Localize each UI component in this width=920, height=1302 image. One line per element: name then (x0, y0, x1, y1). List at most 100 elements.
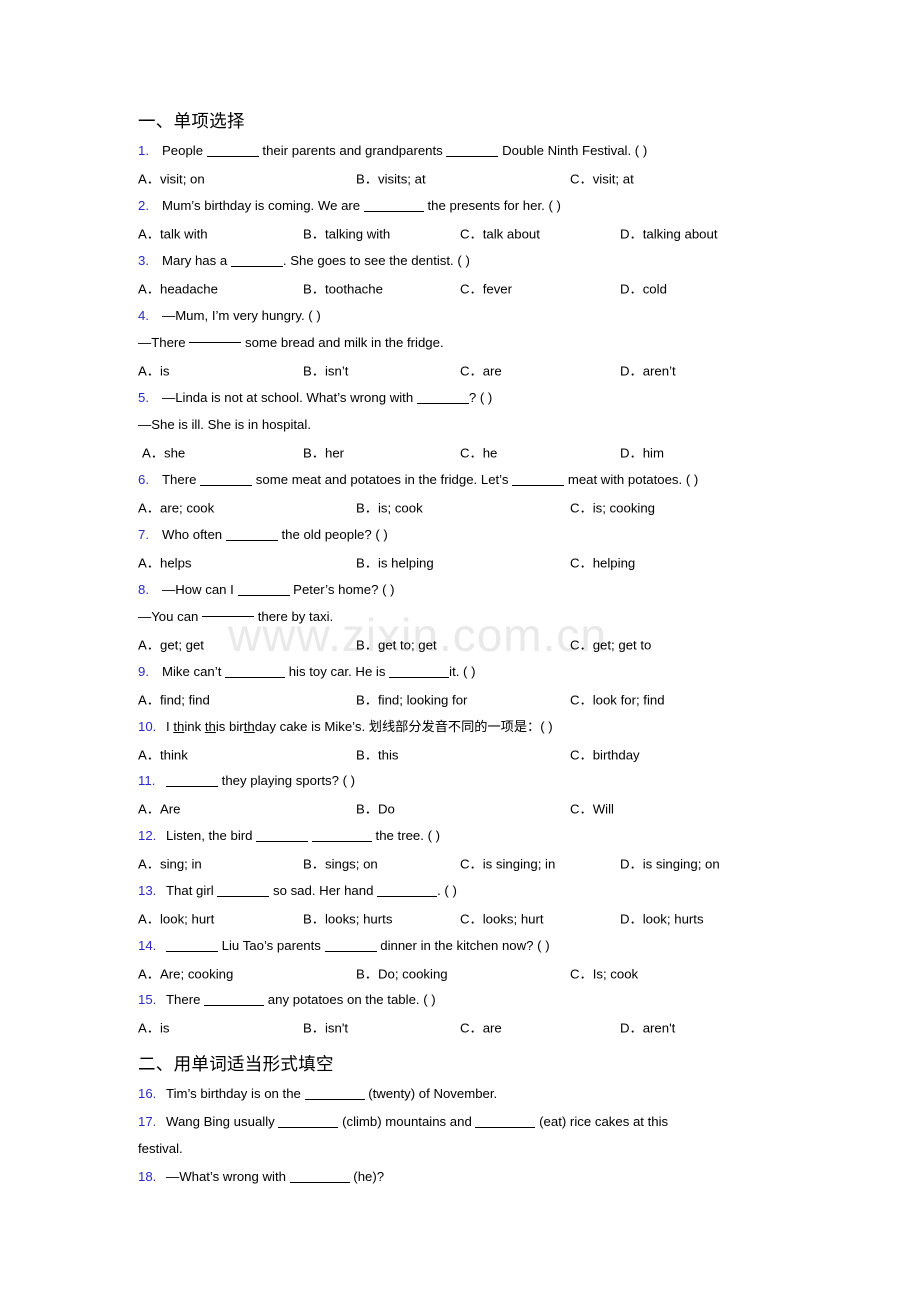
question-4-number: 4. (138, 307, 149, 323)
question-14-text: Liu Tao’s parents dinner in the kitchen … (166, 939, 550, 952)
q9-part-b: his toy car. He is (288, 663, 386, 679)
q11-option-a[interactable]: A．Are (138, 799, 181, 818)
question-12-text: Listen, the bird the tree. ( ) (166, 829, 440, 842)
q10-underline-1: th (173, 718, 185, 734)
q8-blank-1 (237, 594, 290, 596)
q3-part-a: Mary has a (162, 252, 228, 268)
q12-part-c: the tree. ( ) (375, 828, 441, 844)
question-10-text: I think this birthday cake is Mike’s. 划线… (166, 718, 553, 734)
q1-blank-2 (446, 156, 499, 158)
question-7-options: A．helps B．is helping C．helping (138, 548, 798, 575)
q9-blank-2 (389, 676, 450, 678)
q8-part-a: —How can I (162, 581, 234, 597)
q9-option-c[interactable]: C．look for; find (570, 689, 665, 708)
question-11-text: they playing sports? ( ) (166, 774, 355, 787)
q9-option-b[interactable]: B．find; looking for (356, 689, 467, 708)
q14-option-c[interactable]: C．Is; cook (570, 963, 638, 982)
q17-part-c: (eat) rice cakes at this (539, 1113, 669, 1129)
question-13-stem: 13. That girl so sad. Her hand . ( ) (138, 877, 798, 904)
q15-option-b[interactable]: B．isn't (303, 1018, 348, 1037)
q2-option-b[interactable]: B．talking with (303, 224, 390, 243)
q13-option-d[interactable]: D．look; hurts (620, 908, 704, 927)
q13-option-c[interactable]: C．looks; hurt (460, 908, 544, 927)
q3-option-c[interactable]: C．fever (460, 278, 512, 297)
q3-option-d[interactable]: D．cold (620, 278, 667, 297)
q7-option-b[interactable]: B．is helping (356, 552, 434, 571)
q6-part-c: meat with potatoes. ( ) (567, 472, 699, 488)
q1-option-c[interactable]: C．visit; at (570, 169, 634, 188)
q9-part-a: Mike can’t (162, 663, 222, 679)
q10-option-a[interactable]: A．think (138, 744, 188, 763)
q17-part-b: (climb) mountains and (342, 1113, 472, 1129)
q4-option-a[interactable]: A．is (138, 361, 170, 380)
q8-option-b[interactable]: B．get to; get (356, 634, 437, 653)
q18-part-a: —What’s wrong with (166, 1168, 286, 1184)
q12-blank-1 (256, 841, 309, 843)
q3-blank-1 (230, 265, 283, 267)
q5-option-c[interactable]: C．he (460, 443, 497, 462)
q14-option-b[interactable]: B．Do; cooking (356, 963, 448, 982)
q12-option-d[interactable]: D．is singing; on (620, 854, 720, 873)
question-18-text: —What’s wrong with (he)? (166, 1170, 384, 1183)
q4-option-b[interactable]: B．isn’t (303, 361, 348, 380)
q1-option-a[interactable]: A．visit; on (138, 169, 205, 188)
q5-option-b[interactable]: B．her (303, 443, 344, 462)
q2-option-c[interactable]: C．talk about (460, 224, 540, 243)
q13-option-a[interactable]: A．look; hurt (138, 908, 214, 927)
question-13-options: A．look; hurt B．looks; hurts C．looks; hur… (138, 904, 798, 931)
q10-option-c[interactable]: C．birthday (570, 744, 640, 763)
q13-option-b[interactable]: B．looks; hurts (303, 908, 392, 927)
q12-option-b[interactable]: B．sings; on (303, 854, 378, 873)
question-9-number: 9. (138, 663, 149, 679)
section-header-1: 一、单项选择 (138, 111, 245, 131)
q3-option-a[interactable]: A．headache (138, 278, 218, 297)
question-8-options: A．get; get B．get to; get C．get; get to (138, 630, 798, 657)
q15-blank-1 (204, 1005, 265, 1007)
question-5-number: 5. (138, 389, 149, 405)
question-10-stem: 10. I think this birthday cake is Mike’s… (138, 712, 798, 739)
question-16-stem: 16. Tim’s birthday is on the (twenty) of… (138, 1080, 798, 1107)
q11-option-c[interactable]: C．Will (570, 799, 614, 818)
q11-blank-1 (166, 786, 218, 788)
question-3-stem: 3. Mary has a . She goes to see the dent… (138, 247, 798, 274)
q15-option-d[interactable]: D．aren't (620, 1018, 675, 1037)
q3-option-b[interactable]: B．toothache (303, 278, 383, 297)
q6-part-b: some meat and potatoes in the fridge. Le… (255, 472, 509, 488)
q4-option-c[interactable]: C．are (460, 361, 502, 380)
q9-option-a[interactable]: A．find; find (138, 689, 210, 708)
q11-option-b[interactable]: B．Do (356, 799, 395, 818)
q1-part-a: People (162, 143, 204, 159)
q15-option-c[interactable]: C．are (460, 1018, 502, 1037)
question-9-stem: 9. Mike can’t his toy car. He is it. ( ) (138, 658, 798, 685)
q12-option-c[interactable]: C．is singing; in (460, 854, 555, 873)
q14-blank-2 (324, 950, 377, 952)
q12-option-a[interactable]: A．sing; in (138, 854, 202, 873)
q15-option-a[interactable]: A．is (138, 1018, 170, 1037)
question-1-options: A．visit; on B．visits; at C．visit; at (138, 165, 798, 192)
q6-option-a[interactable]: A．are; cook (138, 498, 214, 517)
q13-part-b: so sad. Her hand (272, 882, 374, 898)
question-9-text: Mike can’t his toy car. He is it. ( ) (162, 665, 476, 678)
q7-option-a[interactable]: A．helps (138, 552, 192, 571)
q13-part-c: . ( ) (437, 882, 457, 898)
q1-option-b[interactable]: B．visits; at (356, 169, 426, 188)
question-11-number: 11. (138, 773, 156, 789)
question-8-text: —How can I Peter’s home? ( ) (162, 581, 395, 597)
q12-part-a: Listen, the bird (166, 828, 253, 844)
question-2-number: 2. (138, 198, 149, 214)
q15-part-b: any potatoes on the table. ( ) (267, 992, 436, 1008)
q8-option-c[interactable]: C．get; get to (570, 634, 651, 653)
q5-option-d[interactable]: D．him (620, 443, 664, 462)
q14-option-a[interactable]: A．Are; cooking (138, 963, 233, 982)
q2-option-d[interactable]: D．talking about (620, 224, 718, 243)
q6-option-c[interactable]: C．is; cooking (570, 498, 655, 517)
q2-option-a[interactable]: A．talk with (138, 224, 208, 243)
q6-option-b[interactable]: B．is; cook (356, 498, 423, 517)
q7-blank-1 (225, 539, 278, 541)
q18-blank-1 (289, 1181, 350, 1183)
q8-option-a[interactable]: A．get; get (138, 634, 204, 653)
q4-option-d[interactable]: D．aren’t (620, 361, 676, 380)
q5-option-a[interactable]: A．she (142, 443, 185, 462)
q7-option-c[interactable]: C．helping (570, 552, 635, 571)
q10-option-b[interactable]: B．this (356, 744, 399, 763)
